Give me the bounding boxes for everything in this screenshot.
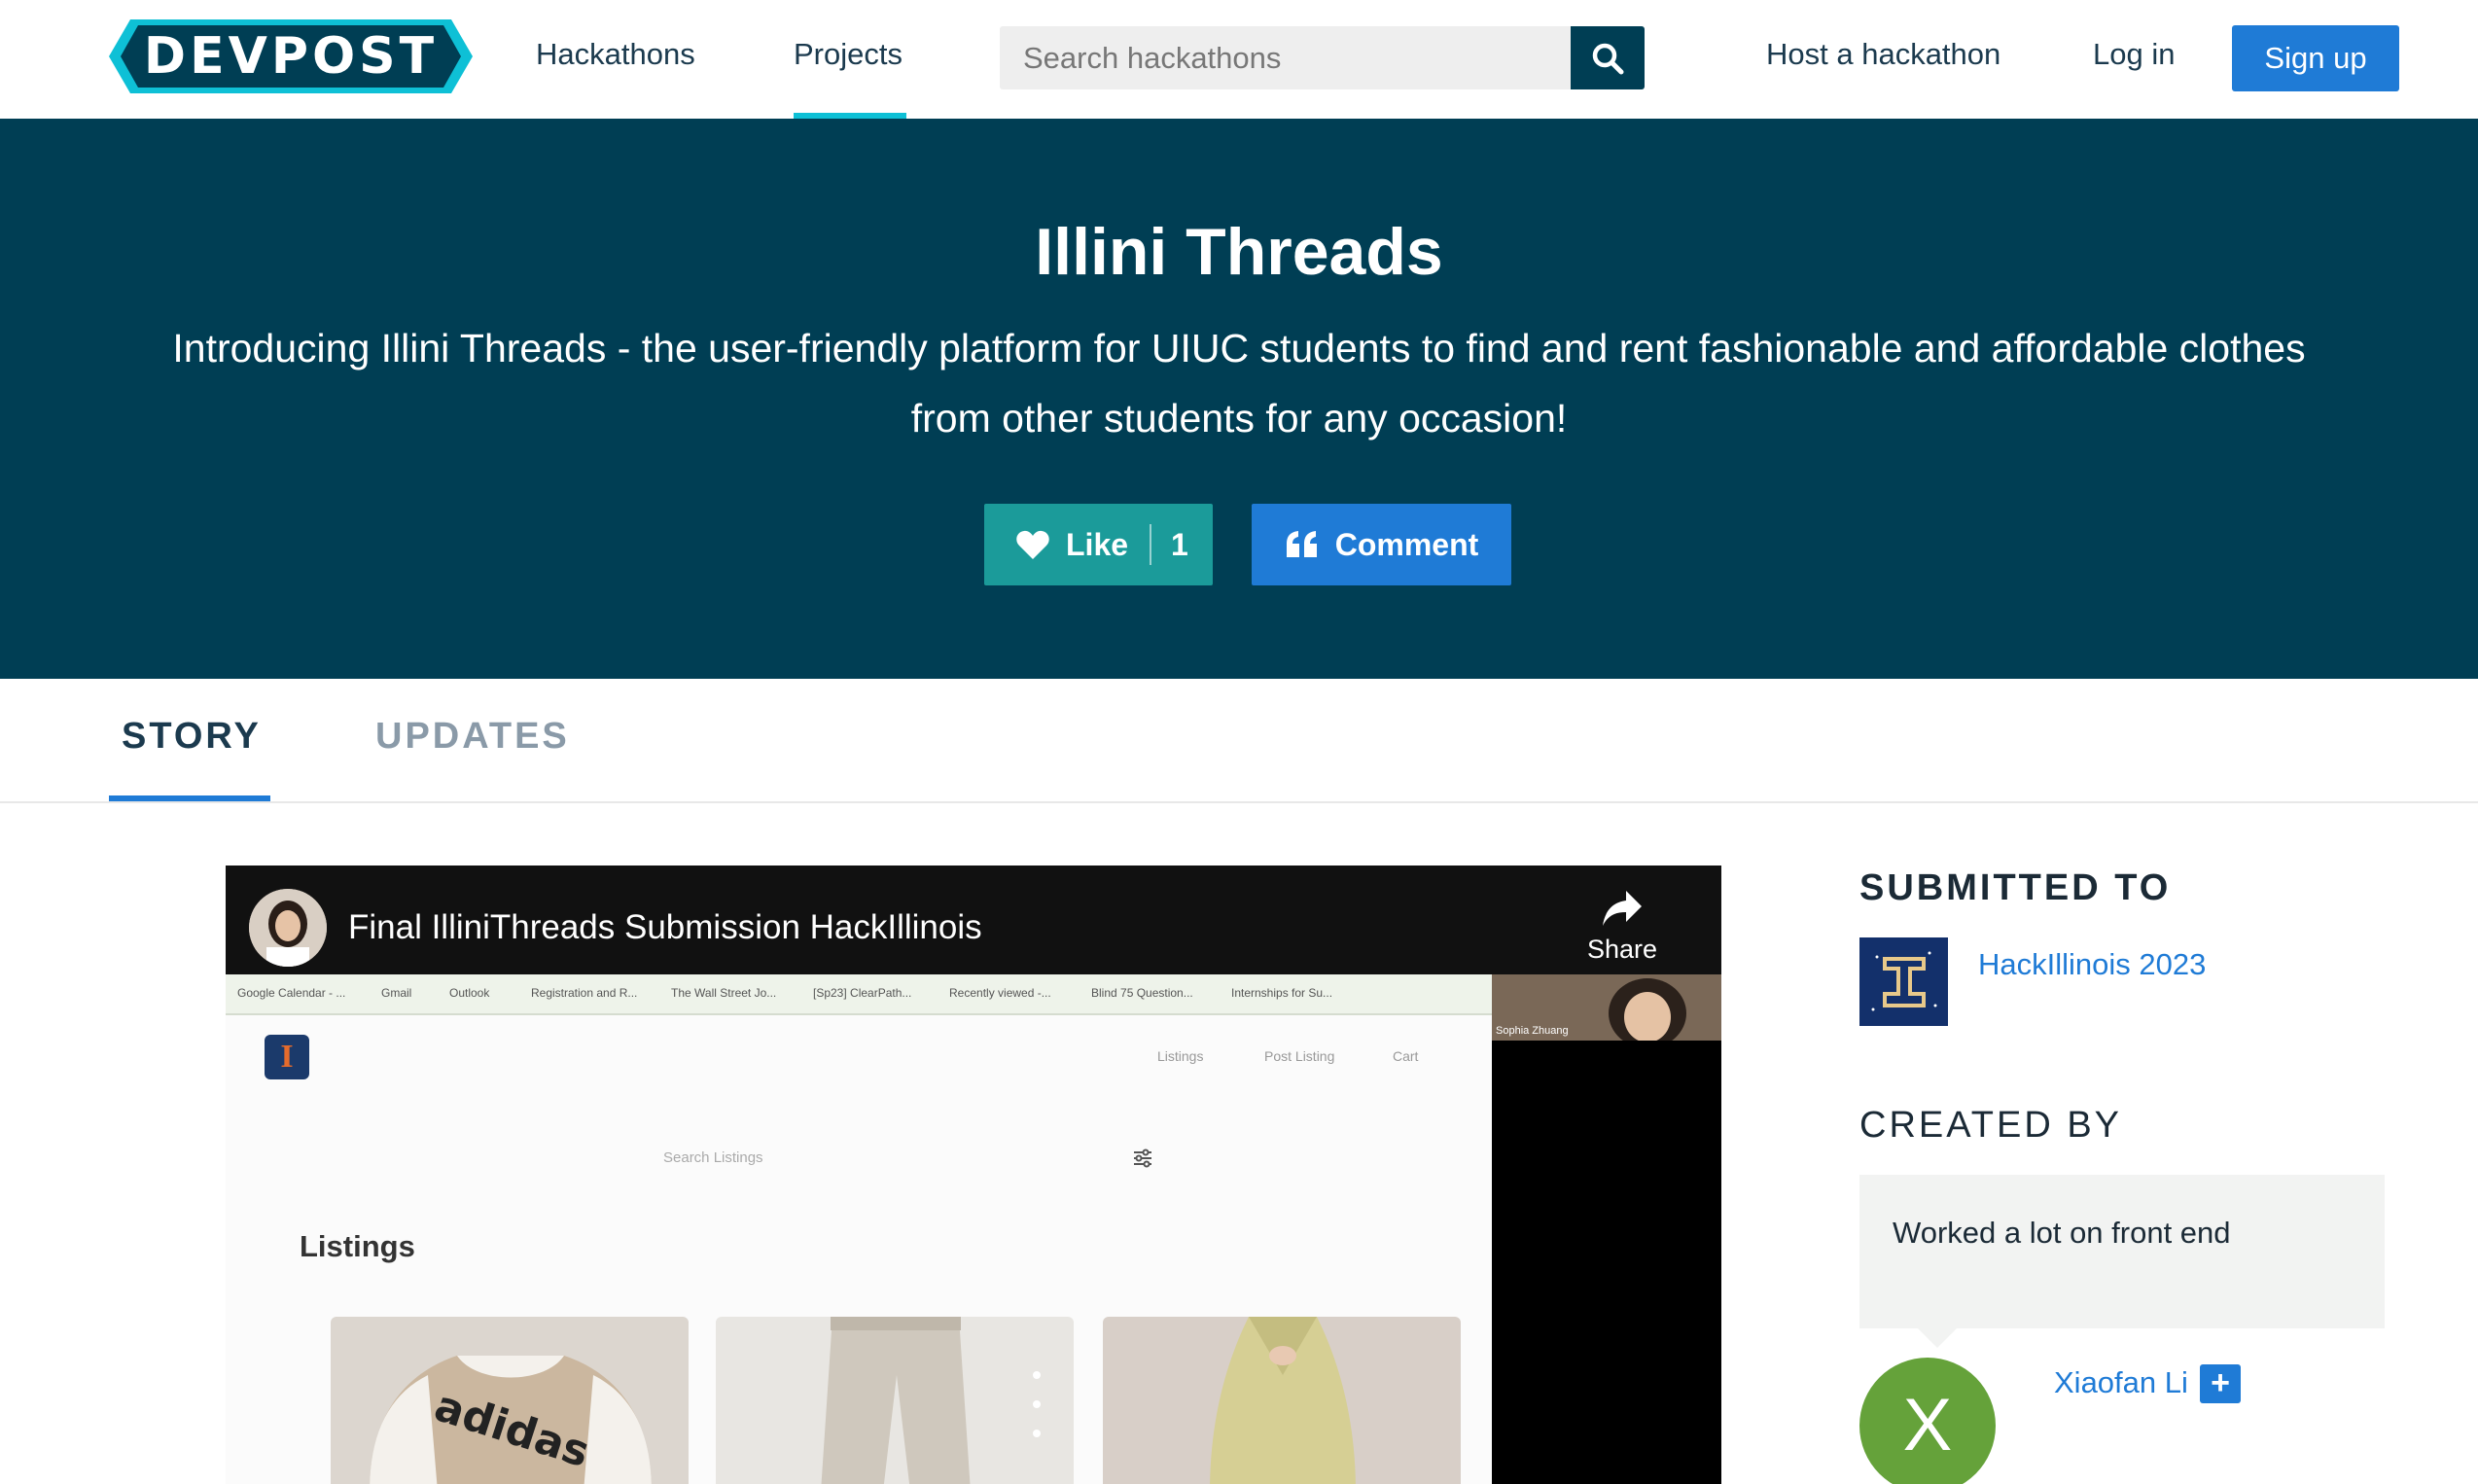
member-name-link[interactable]: Xiaofan Li: [2054, 1365, 2188, 1400]
tab-story[interactable]: STORY: [122, 716, 262, 758]
listings-heading: Listings: [300, 1229, 415, 1263]
hackathon-link[interactable]: HackIllinois 2023: [1978, 947, 2206, 982]
search-input[interactable]: [1000, 26, 1571, 89]
bookmark-item: Registration and R...: [531, 986, 638, 1000]
video-player[interactable]: Final IlliniThreads Submission HackIllin…: [226, 866, 1721, 1484]
like-divider: [1150, 524, 1152, 565]
submitted-to-heading: SUBMITTED TO: [1859, 867, 2172, 908]
member-contribution-text: Worked a lot on front end: [1893, 1216, 2231, 1250]
hackillinois-logo-icon: [1859, 937, 1948, 1026]
listing-card: [716, 1317, 1074, 1484]
follow-plus-icon[interactable]: +: [2200, 1364, 2241, 1403]
participant-name: Sophia Zhuang: [1496, 1025, 1569, 1037]
bubble-tail: [1918, 1328, 1957, 1348]
listing-card: adidas: [331, 1317, 689, 1484]
member-contribution-bubble: Worked a lot on front end: [1859, 1175, 2385, 1348]
app-nav-item: Listings: [1157, 1048, 1204, 1064]
like-count: 1: [1171, 526, 1188, 562]
video-title-bar: Final IlliniThreads Submission HackIllin…: [226, 866, 1721, 974]
browser-bookmarks-bar: Google Calendar - ... Gmail Outlook Regi…: [226, 974, 1492, 1015]
like-button[interactable]: Like 1: [984, 504, 1213, 585]
comment-label: Comment: [1334, 526, 1479, 562]
comment-button[interactable]: Comment: [1252, 504, 1511, 585]
bookmark-item: Recently viewed -...: [949, 986, 1051, 1000]
login-link[interactable]: Log in: [2093, 37, 2175, 72]
listing-image: adidas: [331, 1317, 689, 1484]
app-nav-item: Cart: [1393, 1048, 1419, 1064]
listing-card: [1103, 1317, 1461, 1484]
share-label: Share: [1586, 935, 1658, 964]
bookmark-item: [Sp23] ClearPath...: [813, 986, 912, 1000]
app-search-placeholder: Search Listings: [663, 1149, 763, 1166]
hackathon-logo[interactable]: [1859, 937, 1948, 1026]
member-avatar[interactable]: X: [1859, 1358, 1996, 1484]
listing-image: [1103, 1317, 1461, 1484]
quote-icon: [1286, 531, 1317, 557]
filter-icon: [1134, 1148, 1151, 1168]
zoom-participant-thumbnail: Sophia Zhuang: [1492, 974, 1721, 1041]
tab-active-indicator: [109, 795, 270, 801]
tab-updates[interactable]: UPDATES: [375, 716, 570, 758]
video-title[interactable]: Final IlliniThreads Submission HackIllin…: [348, 908, 982, 947]
channel-avatar-image: [249, 889, 327, 967]
app-nav-item: Post Listing: [1264, 1048, 1335, 1064]
search-button[interactable]: [1571, 26, 1645, 89]
channel-avatar[interactable]: [249, 889, 327, 967]
share-icon: [1603, 891, 1642, 926]
top-navigation: DEVPOST Hackathons Projects Host a hacka…: [0, 0, 2478, 119]
devpost-logo[interactable]: DEVPOST: [109, 19, 473, 93]
bookmark-item: Google Calendar - ...: [237, 986, 346, 1000]
nav-hackathons-link[interactable]: Hackathons: [536, 37, 695, 72]
project-title: Illini Threads: [1035, 215, 1443, 289]
project-header: Illini Threads Introducing Illini Thread…: [0, 119, 2478, 679]
heart-icon: [1016, 530, 1049, 559]
bookmark-item: Internships for Su...: [1231, 986, 1333, 1000]
bookmark-item: Gmail: [381, 986, 412, 1000]
zoom-participant-panel: Sophia Zhuang: [1492, 974, 1721, 1484]
project-tabs: STORY UPDATES: [0, 679, 2478, 803]
bookmark-item: Blind 75 Question...: [1091, 986, 1193, 1000]
bookmark-item: Outlook: [449, 986, 490, 1000]
bookmark-item: The Wall Street Jo...: [671, 986, 777, 1000]
signup-button[interactable]: Sign up: [2232, 25, 2399, 91]
project-tagline: Introducing Illini Threads - the user-fr…: [172, 326, 2306, 441]
app-logo: I: [265, 1035, 309, 1079]
created-by-heading: CREATED BY: [1859, 1105, 2123, 1146]
like-label: Like: [1066, 526, 1129, 562]
share-button[interactable]: Share: [1583, 889, 1661, 965]
logo-text: DEVPOST: [144, 27, 438, 86]
search-bar: [1000, 26, 1645, 89]
listing-image: [716, 1317, 1074, 1484]
host-hackathon-link[interactable]: Host a hackathon: [1766, 37, 2000, 72]
nav-projects-link[interactable]: Projects: [794, 37, 903, 72]
search-icon: [1592, 43, 1624, 74]
video-frame: Google Calendar - ... Gmail Outlook Regi…: [226, 974, 1492, 1484]
